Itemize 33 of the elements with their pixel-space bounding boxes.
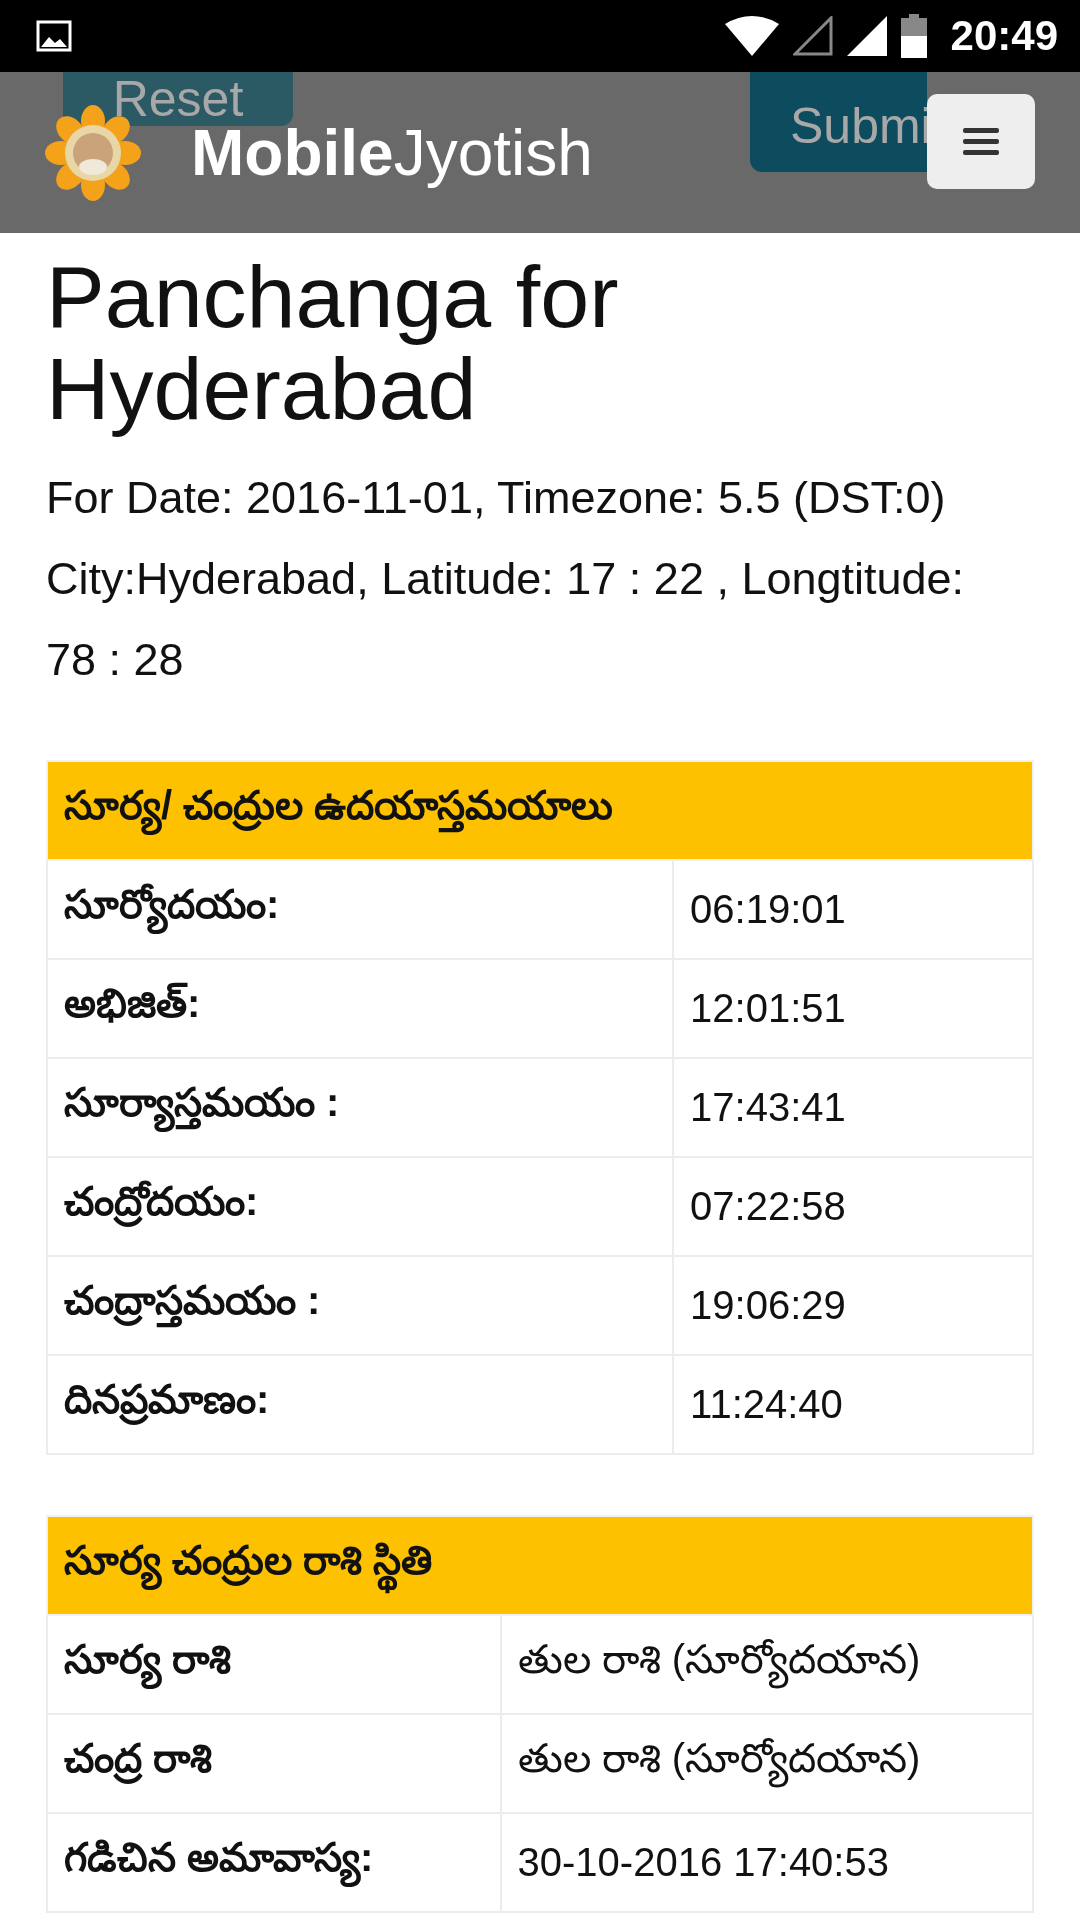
row-label: సూర్యోదయం: [47, 860, 674, 959]
image-icon [36, 20, 72, 52]
row-label: చంద్ర రాశి [47, 1714, 501, 1813]
table-heading: సూర్య చంద్రుల రాశి స్థితి [47, 1516, 1033, 1615]
row-value: 19:06:29 [673, 1256, 1033, 1355]
wifi-icon [724, 16, 779, 56]
row-value: 11:24:40 [673, 1355, 1033, 1454]
row-label: చంద్రోదయం: [47, 1157, 674, 1256]
row-value: 30-10-2016 17:40:53 [500, 1813, 1033, 1912]
info-text: City:Hyderabad, Latitude: 17 : 22 , Longtitude: 78 : 28 [46, 552, 966, 687]
reset-button[interactable]: Reset [63, 72, 293, 126]
row-value: తుల రాశి (సూర్యోదయాన) [500, 1714, 1033, 1813]
row-value: 17:43:41 [673, 1058, 1033, 1157]
row-value: 07:22:58 [673, 1157, 1033, 1256]
menu-icon [963, 127, 999, 156]
row-label: చంద్రాస్తమయం : [47, 1256, 674, 1355]
row-label: దినప్రమాణం: [47, 1355, 674, 1454]
row-label: సూర్య రాశి [47, 1615, 501, 1714]
battery-icon [900, 14, 927, 58]
row-label: సూర్యాస్తమయం : [47, 1058, 674, 1157]
row-label: అభిజిత్: [47, 959, 674, 1058]
row-label: గడిచిన అమావాస్య: [47, 1813, 501, 1912]
row-value: 06:19:01 [673, 860, 1033, 959]
signal-icon [846, 16, 887, 56]
page-title: Panchanga for Hyderabad [46, 251, 620, 435]
clock-time: 20:49 [950, 12, 1058, 60]
row-value: 12:01:51 [673, 959, 1033, 1058]
submit-button[interactable]: Submi [750, 72, 927, 172]
menu-button[interactable] [927, 94, 1035, 189]
info-text: For Date: 2016-11-01, Timezone: 5.5 (DST:0) [46, 471, 947, 525]
signal-icon [792, 16, 833, 56]
table-heading: సూర్య/ చంద్రుల ఉదయాస్తమయాలు [47, 761, 1033, 860]
row-value: తుల రాశి (సూర్యోదయాన) [500, 1615, 1033, 1714]
